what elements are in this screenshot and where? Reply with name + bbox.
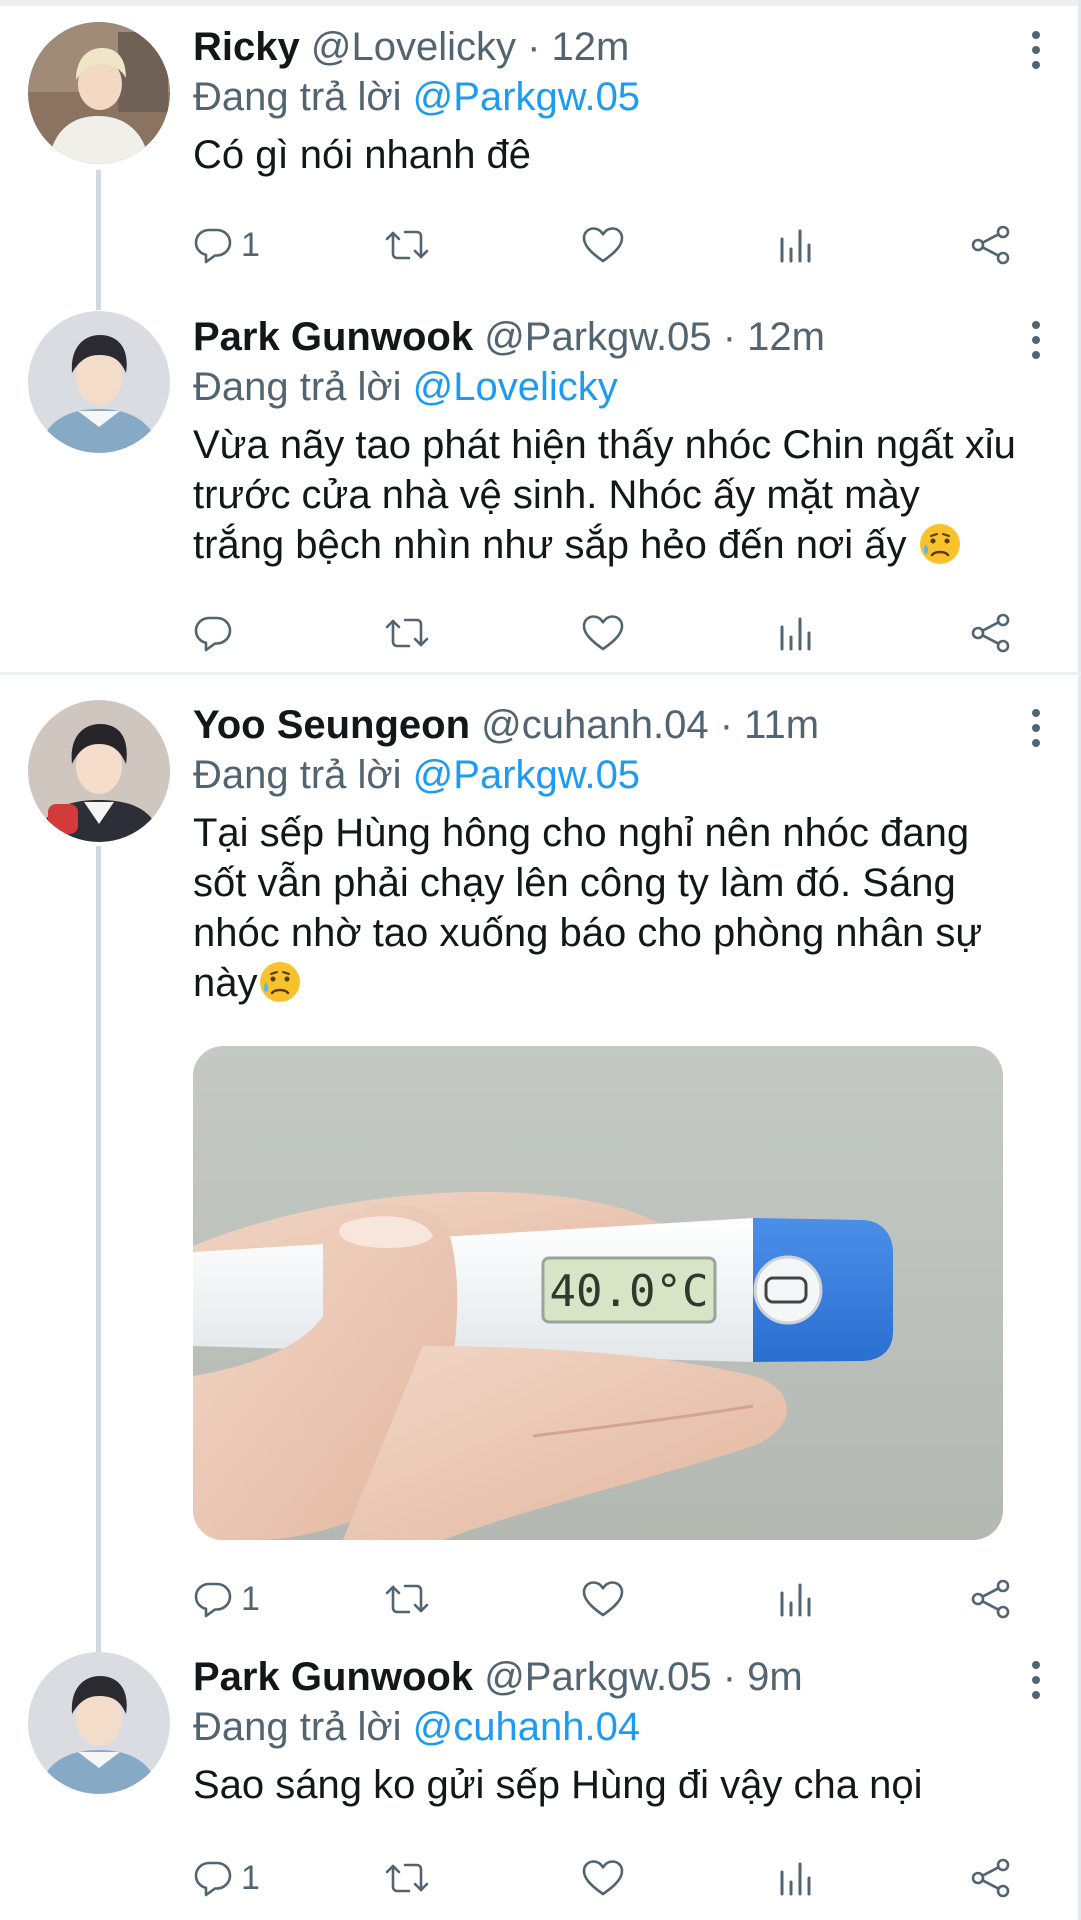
like-button[interactable]: [581, 1853, 625, 1903]
tweet-text: Vừa nãy tao phát hiện thấy nhóc Chin ngấ…: [193, 423, 1016, 567]
retweet-button[interactable]: [385, 1574, 429, 1624]
share-icon: [969, 1579, 1013, 1619]
display-name[interactable]: Park Gunwook: [193, 1655, 473, 1699]
share-button[interactable]: [969, 220, 1013, 270]
thermometer-reading: 40.0°C: [550, 1266, 709, 1317]
replying-to: Đang trả lời @Lovelicky: [193, 362, 1021, 412]
tweet-actions: 1: [193, 1853, 1033, 1903]
top-edge: [0, 0, 1081, 6]
timestamp: · 9m: [722, 1655, 803, 1699]
more-icon[interactable]: [1029, 1660, 1043, 1700]
divider: [0, 672, 1081, 675]
reply-prefix: Đang trả lời: [193, 365, 402, 409]
avatar[interactable]: [28, 311, 170, 453]
retweet-button[interactable]: [385, 220, 429, 270]
retweet-icon: [385, 613, 429, 653]
avatar[interactable]: [28, 700, 170, 842]
views-button[interactable]: [776, 220, 816, 270]
avatar[interactable]: [28, 22, 170, 164]
more-icon[interactable]: [1029, 30, 1043, 70]
reply-button[interactable]: 1: [193, 1853, 260, 1903]
like-icon: [581, 1858, 625, 1898]
sad-sweat-emoji-icon: [918, 522, 962, 566]
views-icon: [776, 613, 816, 653]
reply-count: 1: [241, 1858, 260, 1897]
retweet-icon: [385, 1579, 429, 1619]
views-button[interactable]: [776, 1853, 816, 1903]
reply-count: 1: [241, 1579, 260, 1618]
like-icon: [581, 225, 625, 265]
more-icon[interactable]: [1029, 320, 1043, 360]
share-icon: [969, 225, 1013, 265]
thread-line: [96, 170, 101, 310]
tweet-text-wrap: Tại sếp Hùng hông cho nghỉ nên nhóc đang…: [193, 808, 1021, 1008]
views-icon: [776, 1579, 816, 1619]
reply-prefix: Đang trả lời: [193, 753, 402, 797]
reply-icon: [193, 1858, 233, 1898]
tweet-header: Yoo Seungeon @cuhanh.04 · 11m: [193, 700, 1021, 750]
like-button[interactable]: [581, 1574, 625, 1624]
display-name[interactable]: Yoo Seungeon: [193, 703, 470, 747]
reply-icon: [193, 613, 233, 653]
reply-mention[interactable]: @Parkgw.05: [413, 75, 640, 119]
tweet-actions: 1: [193, 1574, 1033, 1624]
thread-line: [96, 846, 101, 1656]
reply-prefix: Đang trả lời: [193, 75, 402, 119]
reply-icon: [193, 225, 233, 265]
reply-prefix: Đang trả lời: [193, 1705, 402, 1749]
tweet-text: Có gì nói nhanh đê: [193, 133, 532, 177]
reply-button[interactable]: 1: [193, 1574, 260, 1624]
tweet-text-wrap: Vừa nãy tao phát hiện thấy nhóc Chin ngấ…: [193, 420, 1021, 570]
share-button[interactable]: [969, 608, 1013, 658]
retweet-button[interactable]: [385, 1853, 429, 1903]
tweet-header: Park Gunwook @Parkgw.05 · 9m: [193, 1652, 1021, 1702]
sad-sweat-emoji-icon: [258, 960, 302, 1004]
reply-mention[interactable]: @Lovelicky: [413, 365, 618, 409]
share-button[interactable]: [969, 1574, 1013, 1624]
tweet-text: Tại sếp Hùng hông cho nghỉ nên nhóc đang…: [193, 811, 983, 1005]
views-icon: [776, 225, 816, 265]
retweet-icon: [385, 1858, 429, 1898]
display-name[interactable]: Ricky: [193, 25, 300, 69]
handle[interactable]: @Parkgw.05: [484, 1655, 711, 1699]
reply-count: 1: [241, 225, 260, 264]
like-button[interactable]: [581, 608, 625, 658]
reply-button[interactable]: 1: [193, 220, 260, 270]
retweet-icon: [385, 225, 429, 265]
handle[interactable]: @Parkgw.05: [484, 315, 711, 359]
retweet-button[interactable]: [385, 608, 429, 658]
tweet-media-image[interactable]: 40.0°C: [193, 1046, 1003, 1540]
tweet-header: Park Gunwook @Parkgw.05 · 12m: [193, 312, 1021, 362]
views-button[interactable]: [776, 608, 816, 658]
like-icon: [581, 613, 625, 653]
reply-icon: [193, 1579, 233, 1619]
handle[interactable]: @cuhanh.04: [481, 703, 708, 747]
replying-to: Đang trả lời @Parkgw.05: [193, 750, 1021, 800]
tweet-actions: 1: [193, 220, 1033, 270]
display-name[interactable]: Park Gunwook: [193, 315, 473, 359]
timestamp: · 11m: [719, 703, 820, 747]
replying-to: Đang trả lời @Parkgw.05: [193, 72, 1021, 122]
tweet-header: Ricky @Lovelicky · 12m: [193, 22, 1021, 72]
like-button[interactable]: [581, 220, 625, 270]
tweet-actions: [193, 608, 1033, 658]
avatar[interactable]: [28, 1652, 170, 1794]
timestamp: · 12m: [722, 315, 825, 359]
handle[interactable]: @Lovelicky: [311, 25, 516, 69]
tweet-text: Sao sáng ko gửi sếp Hùng đi vậy cha nọi: [193, 1763, 923, 1807]
reply-mention[interactable]: @Parkgw.05: [413, 753, 640, 797]
views-button[interactable]: [776, 1574, 816, 1624]
replying-to: Đang trả lời @cuhanh.04: [193, 1702, 1021, 1752]
share-button[interactable]: [969, 1853, 1013, 1903]
more-icon[interactable]: [1029, 708, 1043, 748]
views-icon: [776, 1858, 816, 1898]
reply-button[interactable]: [193, 608, 233, 658]
timestamp: · 12m: [527, 25, 630, 69]
reply-mention[interactable]: @cuhanh.04: [413, 1705, 640, 1749]
like-icon: [581, 1579, 625, 1619]
share-icon: [969, 1858, 1013, 1898]
share-icon: [969, 613, 1013, 653]
